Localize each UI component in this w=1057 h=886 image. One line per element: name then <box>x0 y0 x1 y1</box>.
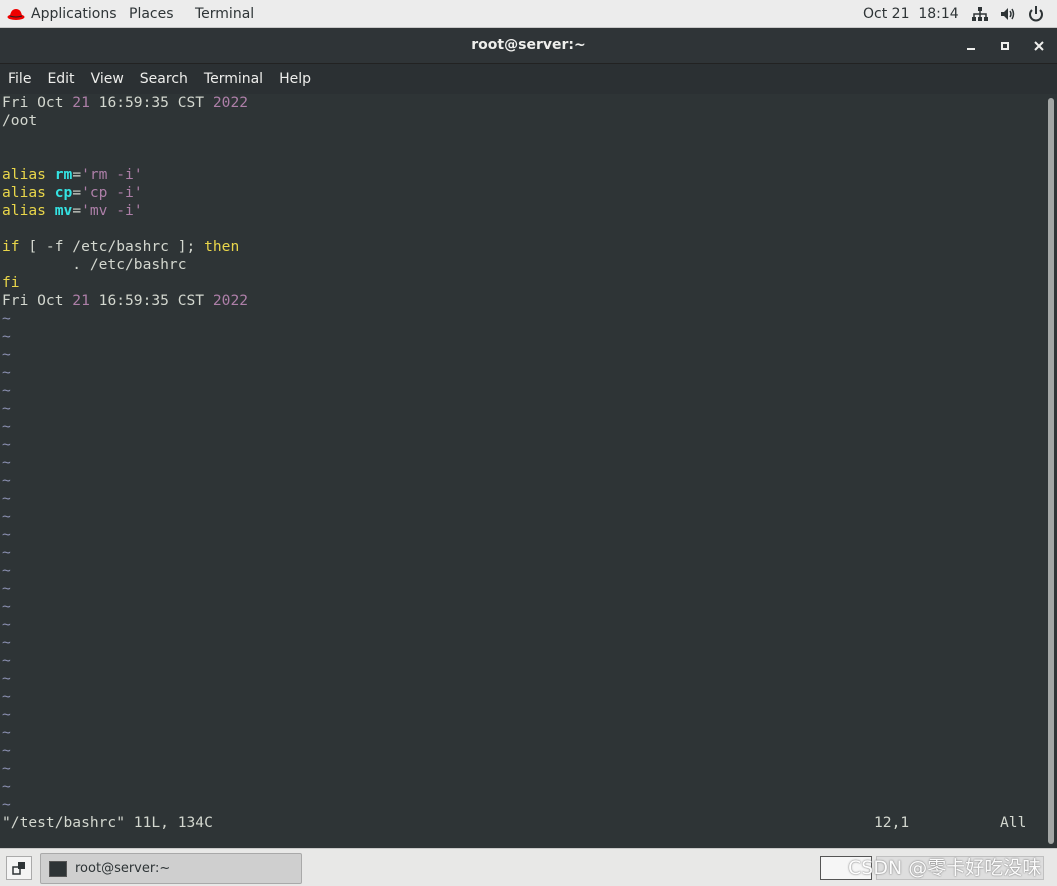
empty-line-marker: ~ <box>2 490 11 507</box>
empty-line-marker: ~ <box>2 454 11 471</box>
editor-line: /oot <box>2 112 38 129</box>
window-title: root@server:~ <box>471 37 586 53</box>
empty-line-marker: ~ <box>2 436 11 453</box>
terminal-menu-bar: File Edit View Search Terminal Help <box>0 64 1057 94</box>
empty-line-marker: ~ <box>2 688 11 705</box>
empty-line-marker: ~ <box>2 778 11 795</box>
minimize-icon <box>967 48 975 50</box>
empty-line-marker: ~ <box>2 670 11 687</box>
terminal-app-menu[interactable]: Terminal <box>195 5 254 23</box>
editor-line: . /etc/bashrc <box>2 256 187 273</box>
empty-line-marker: ~ <box>2 310 11 327</box>
empty-line-marker: ~ <box>2 742 11 759</box>
cursor-position: 12,1 <box>874 814 910 831</box>
applications-menu[interactable]: Applications <box>31 5 117 23</box>
editor-line: Fri Oct 21 16:59:35 CST 2022 <box>2 94 249 111</box>
empty-line-marker: ~ <box>2 634 11 651</box>
empty-line-marker: ~ <box>2 400 11 417</box>
show-desktop-icon <box>12 862 25 875</box>
empty-line-marker: ~ <box>2 382 11 399</box>
menu-edit[interactable]: Edit <box>47 71 74 87</box>
network-icon[interactable] <box>971 5 989 23</box>
empty-line-marker: ~ <box>2 562 11 579</box>
menu-terminal[interactable]: Terminal <box>204 71 263 87</box>
empty-line-marker: ~ <box>2 364 11 381</box>
scroll-position: All <box>1000 814 1027 831</box>
taskbar-item-label: root@server:~ <box>75 861 171 876</box>
scrollbar-thumb[interactable] <box>1048 98 1054 844</box>
empty-line-marker: ~ <box>2 724 11 741</box>
terminal-content[interactable]: Fri Oct 21 16:59:35 CST 2022 /oot alias … <box>0 94 1045 848</box>
menu-help[interactable]: Help <box>279 71 311 87</box>
editor-line: alias cp='cp -i' <box>2 184 143 201</box>
menu-file[interactable]: File <box>8 71 31 87</box>
vim-status-message: "/test/bashrc" 11L, 134C <box>2 814 213 831</box>
empty-line-marker: ~ <box>2 796 11 813</box>
redhat-logo-icon <box>7 9 25 20</box>
empty-line-marker: ~ <box>2 706 11 723</box>
close-icon <box>1034 41 1044 51</box>
gnome-top-bar: Applications Places Terminal Oct 21 18:1… <box>0 0 1057 28</box>
empty-line-marker: ~ <box>2 544 11 561</box>
editor-line: Fri Oct 21 16:59:35 CST 2022 <box>2 292 249 309</box>
window-title-bar[interactable]: root@server:~ <box>0 28 1057 64</box>
menu-search[interactable]: Search <box>140 71 188 87</box>
editor-line: alias mv='mv -i' <box>2 202 143 219</box>
terminal-icon <box>49 860 67 877</box>
editor-line: alias rm='rm -i' <box>2 166 143 183</box>
empty-line-marker: ~ <box>2 598 11 615</box>
empty-line-marker: ~ <box>2 526 11 543</box>
empty-line-marker: ~ <box>2 616 11 633</box>
system-status-area[interactable] <box>971 5 1045 23</box>
show-desktop-button[interactable] <box>6 856 32 880</box>
editor-line: fi <box>2 274 20 291</box>
minimize-button[interactable] <box>962 37 980 55</box>
empty-line-marker: ~ <box>2 652 11 669</box>
taskbar-item-terminal[interactable]: root@server:~ <box>40 853 302 884</box>
maximize-button[interactable] <box>996 37 1014 55</box>
places-menu[interactable]: Places <box>129 5 174 23</box>
menu-view[interactable]: View <box>91 71 124 87</box>
empty-line-marker: ~ <box>2 580 11 597</box>
editor-line: if [ -f /etc/bashrc ]; then <box>2 238 240 255</box>
empty-line-marker: ~ <box>2 760 11 777</box>
empty-line-marker: ~ <box>2 418 11 435</box>
terminal-scrollbar[interactable] <box>1045 94 1057 848</box>
empty-line-marker: ~ <box>2 328 11 345</box>
empty-line-marker: ~ <box>2 346 11 363</box>
close-button[interactable] <box>1030 37 1048 55</box>
clock[interactable]: Oct 21 18:14 <box>863 5 959 23</box>
empty-line-marker: ~ <box>2 472 11 489</box>
csdn-watermark: CSDN @零卡好吃没味 <box>848 857 1042 879</box>
volume-icon[interactable] <box>999 5 1017 23</box>
maximize-icon <box>1001 42 1009 50</box>
empty-line-marker: ~ <box>2 508 11 525</box>
power-icon[interactable] <box>1027 5 1045 23</box>
